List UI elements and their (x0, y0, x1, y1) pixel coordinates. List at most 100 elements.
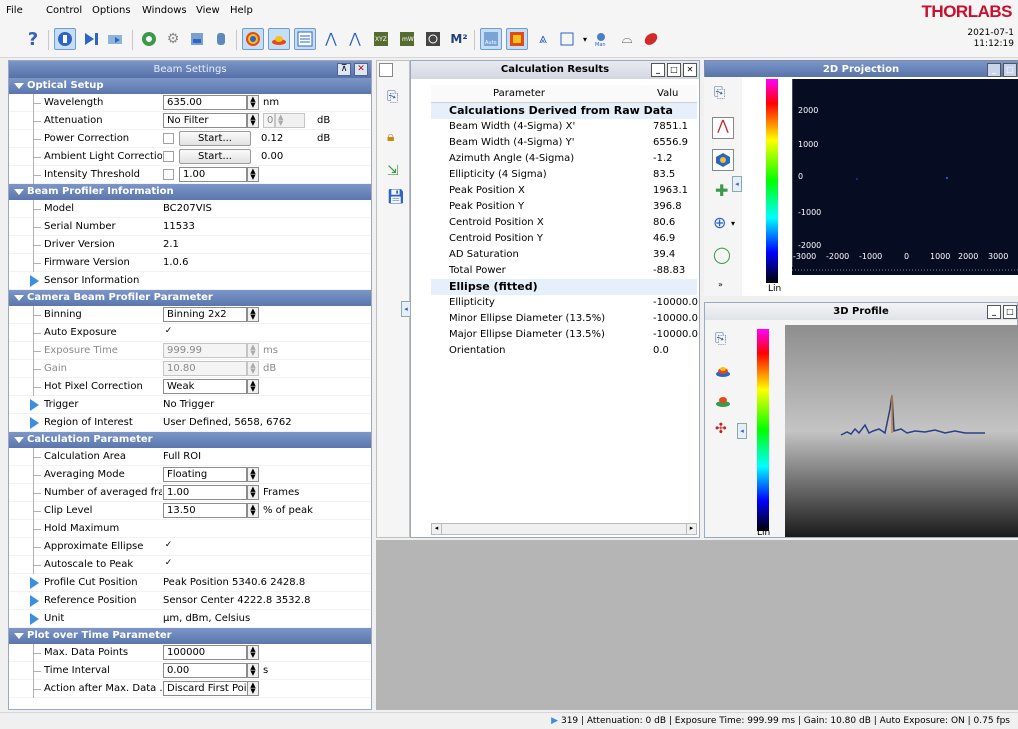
expand-arrow-icon[interactable] (30, 577, 39, 589)
spin-arrows-icon[interactable]: ▲ ▼ (247, 485, 259, 500)
table-row[interactable]: Centroid Position X 80.6 (431, 215, 697, 231)
section-header[interactable]: Plot over Time Parameter (9, 628, 371, 644)
export-table-icon[interactable]: ⇲ (387, 163, 399, 179)
spin-arrows-icon[interactable]: ▲ ▼ (247, 645, 259, 660)
table-row[interactable]: Minor Ellipse Diameter (13.5%) -10000.0 (431, 311, 698, 327)
settings-gears-icon[interactable]: ⚙ (162, 28, 184, 50)
maximize-icon[interactable]: □ (667, 63, 681, 77)
setting-input[interactable]: No Filter (163, 113, 247, 128)
menu-file[interactable]: File (6, 5, 23, 16)
setting-input[interactable]: Discard First Point (163, 681, 259, 696)
setting-input[interactable]: Binning 2x2 (163, 307, 247, 322)
menu-control[interactable]: Control (46, 5, 82, 16)
table-row[interactable]: Beam Width (4-Sigma) Y' 6556.9 (431, 135, 697, 151)
start-button[interactable]: Start... (179, 131, 251, 146)
database-icon[interactable] (186, 28, 208, 50)
spin-arrows-icon[interactable]: ▲ ▼ (247, 167, 259, 182)
copy-icon[interactable]: ⎘ (714, 85, 725, 101)
export-icon[interactable] (104, 28, 126, 50)
profile-y-icon[interactable]: ⋀ (344, 28, 366, 50)
table-row[interactable]: Beam Width (4-Sigma) X' 7851.1 (431, 119, 697, 135)
target-icon[interactable] (242, 28, 264, 50)
expand-icon[interactable] (14, 295, 24, 301)
power-icon[interactable] (54, 28, 76, 50)
record-icon[interactable] (138, 28, 160, 50)
spin-arrows-icon[interactable]: ▲ ▼ (247, 361, 259, 376)
collapse-arrow-icon[interactable]: ◂ (737, 423, 747, 439)
surface-shade-icon[interactable] (715, 393, 731, 412)
attenuation-value-input[interactable]: 0 (263, 113, 275, 128)
scroll-left-icon[interactable]: ◂ (432, 524, 442, 534)
table-row[interactable]: Ellipticity -10000.0 (431, 295, 698, 311)
setting-input[interactable]: 10.80 (163, 361, 247, 376)
header-parameter[interactable]: Parameter (493, 88, 545, 99)
setting-input[interactable]: 0.00 (163, 663, 247, 678)
pointing-icon[interactable] (422, 28, 444, 50)
table-row[interactable]: Major Ellipse Diameter (13.5%) -10000.0 (431, 327, 698, 343)
spin-arrows-icon[interactable]: ▲ ▼ (247, 467, 259, 482)
copy-icon[interactable]: ⎘ (387, 89, 398, 105)
save-icon[interactable]: 💾︎ (387, 189, 405, 205)
expand-icon[interactable] (14, 437, 24, 443)
setting-checkbox[interactable] (163, 169, 174, 180)
play-pause-icon[interactable] (80, 28, 102, 50)
spin-arrows-icon[interactable]: ▲ ▼ (275, 113, 305, 128)
table-row[interactable]: Total Power -88.83 (431, 263, 697, 279)
profile-3d-surface[interactable] (785, 325, 1018, 537)
setting-checkbox[interactable]: ✓ (163, 541, 174, 552)
spin-arrows-icon[interactable]: ▲ ▼ (247, 379, 259, 394)
add-icon[interactable]: ✚ (715, 181, 728, 200)
peak-icon[interactable]: ⩓ (532, 28, 554, 50)
crosshair-icon[interactable]: ✣ (715, 421, 727, 437)
mw-icon[interactable]: mW (396, 28, 418, 50)
ellipse-icon[interactable]: ⌓ (616, 28, 638, 50)
setting-checkbox[interactable] (163, 523, 174, 534)
expand-icon[interactable] (14, 83, 24, 89)
table-row[interactable]: AD Saturation 39.4 (431, 247, 697, 263)
3d-profile-icon[interactable] (268, 28, 290, 50)
expand-arrow-icon[interactable] (30, 399, 39, 411)
table-row[interactable]: Centroid Position Y 46.9 (431, 231, 697, 247)
menu-view[interactable]: View (196, 5, 220, 16)
start-button[interactable]: Start... (179, 149, 251, 164)
pin-icon[interactable]: ⊼ (337, 63, 351, 76)
expand-arrow-icon[interactable] (30, 613, 39, 625)
horizontal-scrollbar[interactable]: ◂ ▸ (431, 523, 697, 535)
projection-2d-canvas[interactable]: Lin 2000 1000 0 -1000 -2000 -3000 -2000 … (742, 77, 1018, 296)
spin-arrows-icon[interactable]: ▲ ▼ (247, 307, 259, 322)
profile-peak-icon[interactable]: ⋀ (712, 117, 734, 139)
copy-icon[interactable]: ⎘ (715, 331, 726, 347)
spin-arrows-icon[interactable]: ▲ ▼ (247, 503, 259, 518)
setting-checkbox[interactable]: ✓ (163, 327, 174, 338)
spin-arrows-icon[interactable]: ▲ ▼ (247, 663, 259, 678)
color-hex-icon[interactable] (712, 149, 734, 171)
setting-checkbox[interactable] (163, 151, 174, 162)
menu-options[interactable]: Options (92, 5, 131, 16)
calculation-table-icon[interactable] (294, 28, 316, 50)
chevron-down-icon[interactable]: ▾ (731, 219, 735, 228)
table-row[interactable]: Azimuth Angle (4-Sigma) -1.2 (431, 151, 697, 167)
profile-3d-canvas[interactable]: Lin (755, 325, 1018, 537)
maximize-icon[interactable]: □ (1003, 63, 1017, 77)
setting-input[interactable]: 1.00 (179, 167, 247, 182)
ellipse-ring-icon[interactable]: ◯ (713, 245, 731, 264)
scroll-right-icon[interactable]: ▸ (686, 524, 696, 534)
section-header[interactable]: Calculation Parameter (9, 432, 371, 448)
menu-help[interactable]: Help (230, 5, 253, 16)
setting-input[interactable]: 1.00 (163, 485, 247, 500)
maximize-icon[interactable]: □ (1003, 305, 1017, 319)
setting-input[interactable]: 13.50 (163, 503, 247, 518)
spin-arrows-icon[interactable]: ▲ ▼ (247, 343, 259, 358)
expand-arrow-icon[interactable] (30, 275, 39, 287)
lock-icon[interactable]: 🔒︎ (387, 129, 394, 145)
color-surface-icon[interactable] (715, 363, 731, 382)
help-icon[interactable]: ? (22, 28, 44, 50)
table-row[interactable]: Ellipticity (4 Sigma) 83.5 (431, 167, 697, 183)
setting-input[interactable]: Floating (163, 467, 247, 482)
spin-arrows-icon[interactable]: ▲ ▼ (247, 113, 259, 128)
table-row[interactable]: Peak Position Y 396.8 (431, 199, 697, 215)
setting-input[interactable]: 999.99 (163, 343, 247, 358)
setting-checkbox[interactable]: ✓ (163, 559, 174, 570)
m2-icon[interactable]: M² (448, 28, 470, 50)
expand-icon[interactable] (14, 189, 24, 195)
